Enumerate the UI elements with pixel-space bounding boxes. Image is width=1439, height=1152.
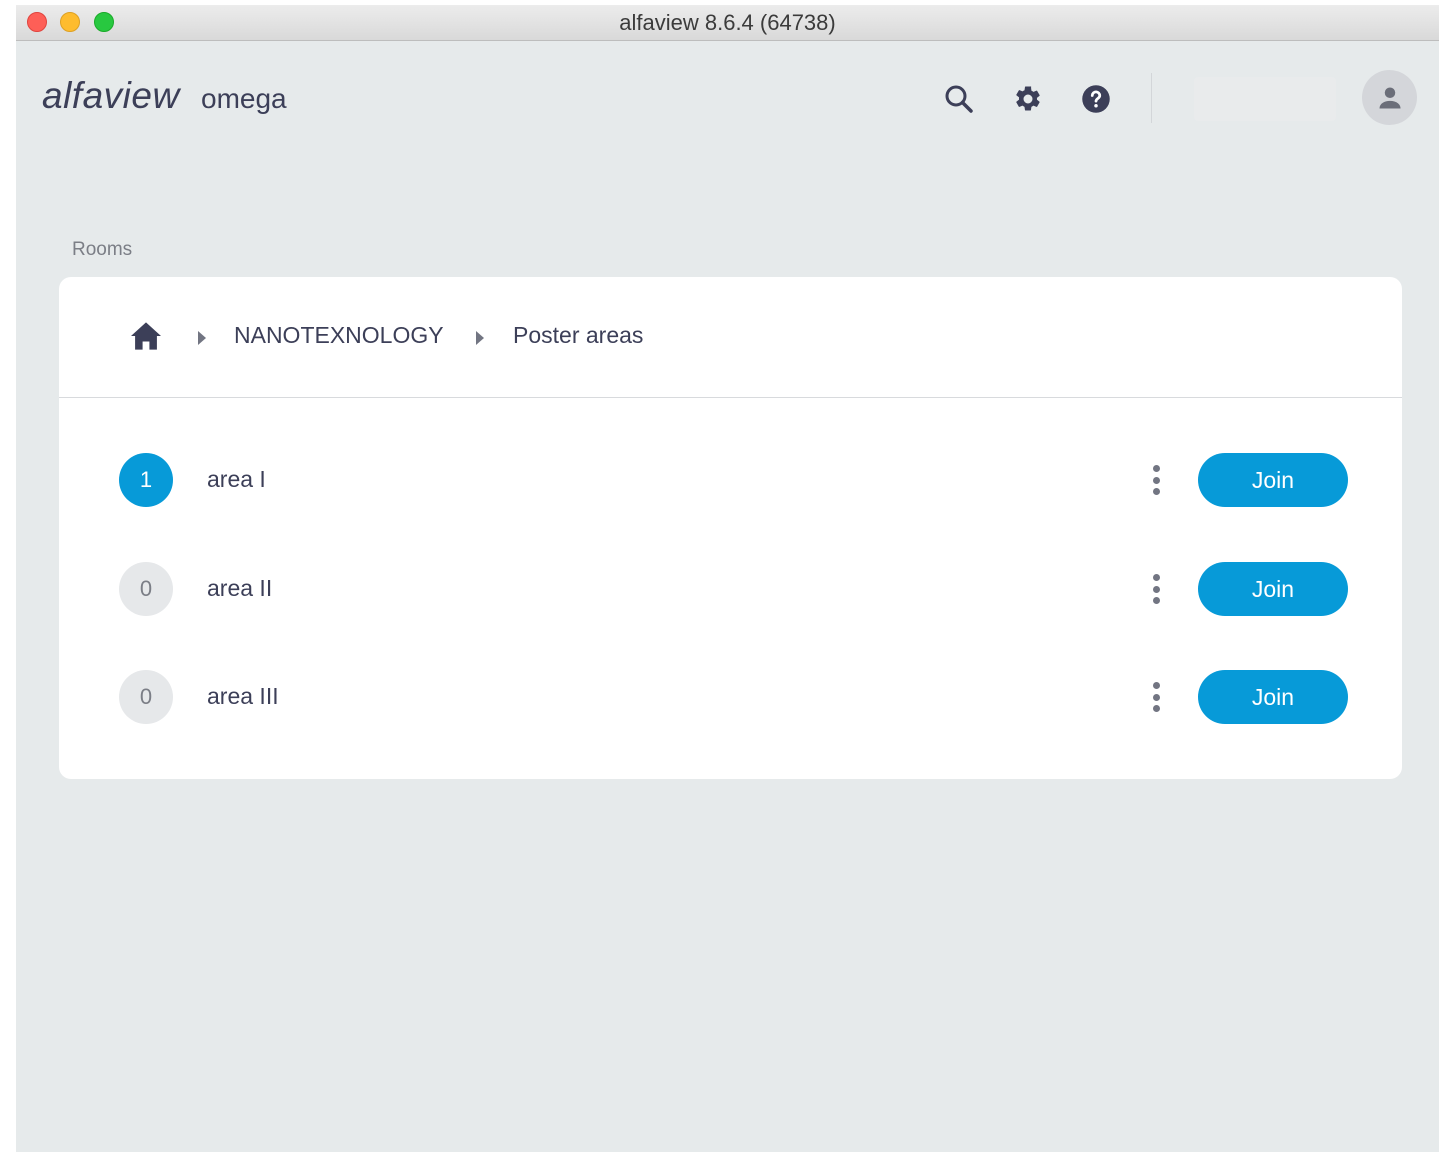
chevron-right-icon <box>475 331 485 350</box>
rooms-card: NANOTEXNOLOGY Poster areas 1 area I Join… <box>59 277 1402 779</box>
more-options-button[interactable] <box>1144 461 1168 499</box>
help-icon <box>1082 85 1110 113</box>
gear-icon <box>1016 86 1040 111</box>
kebab-dot <box>1152 705 1160 712</box>
kebab-dot <box>1152 682 1160 689</box>
room-name[interactable]: area III <box>207 683 279 710</box>
participant-count-badge: 0 <box>119 562 173 616</box>
help-button[interactable] <box>1079 82 1113 116</box>
room-name[interactable]: area II <box>207 575 272 602</box>
rooms-section-label: Rooms <box>72 239 133 260</box>
join-button[interactable]: Join <box>1198 453 1348 507</box>
app-logo: alfaview <box>42 75 180 116</box>
kebab-dot <box>1152 585 1160 593</box>
kebab-dot <box>1152 465 1160 472</box>
room-row: 0 area III Join <box>59 670 1402 724</box>
room-row: 1 area I Join <box>59 453 1402 507</box>
header-divider <box>1151 73 1152 123</box>
title-bar: alfaview 8.6.4 (64738) <box>16 5 1439 41</box>
app-window: alfaview 8.6.4 (64738) alfaview omega Ro… <box>16 5 1439 1152</box>
settings-button[interactable] <box>1011 82 1045 116</box>
participant-count-badge: 0 <box>119 670 173 724</box>
kebab-dot <box>1152 574 1160 581</box>
more-options-button[interactable] <box>1144 678 1168 716</box>
breadcrumb: NANOTEXNOLOGY Poster areas <box>59 277 1402 398</box>
kebab-dot <box>1152 476 1160 484</box>
user-icon <box>1379 87 1400 108</box>
breadcrumb-item-nanotexnology[interactable]: NANOTEXNOLOGY <box>234 322 444 349</box>
join-button[interactable]: Join <box>1198 562 1348 616</box>
chevron-right-icon <box>197 331 207 350</box>
kebab-dot <box>1152 488 1160 495</box>
kebab-dot <box>1152 693 1160 701</box>
kebab-dot <box>1152 597 1160 604</box>
user-name-field[interactable] <box>1194 77 1336 121</box>
search-icon <box>945 85 973 113</box>
home-icon <box>131 322 161 350</box>
participant-count-badge: 1 <box>119 453 173 507</box>
more-options-button[interactable] <box>1144 570 1168 608</box>
search-button[interactable] <box>942 82 976 116</box>
room-row: 0 area II Join <box>59 562 1402 616</box>
window-title: alfaview 8.6.4 (64738) <box>619 10 836 35</box>
join-button[interactable]: Join <box>1198 670 1348 724</box>
room-name[interactable]: area I <box>207 466 266 493</box>
breadcrumb-home[interactable] <box>129 321 163 356</box>
avatar[interactable] <box>1362 70 1417 125</box>
breadcrumb-item-poster-areas: Poster areas <box>513 322 644 348</box>
tenant-name: omega <box>201 83 287 114</box>
